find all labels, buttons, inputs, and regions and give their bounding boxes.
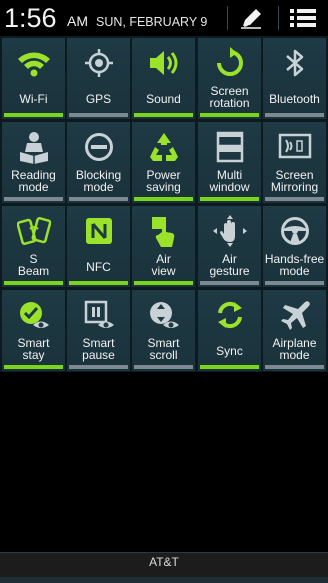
edit-button[interactable] bbox=[232, 2, 272, 34]
quick-setting-status-bar bbox=[134, 197, 193, 201]
quick-setting-nfc[interactable]: NFC bbox=[67, 206, 130, 287]
quick-setting-status-bar bbox=[265, 281, 324, 285]
nfc-icon bbox=[67, 211, 130, 251]
gps-icon bbox=[67, 43, 130, 83]
quick-setting-wifi[interactable]: Wi-Fi bbox=[2, 38, 65, 119]
clock-time: 1:56 bbox=[4, 3, 57, 33]
smart-stay-icon bbox=[2, 295, 65, 335]
quick-setting-label: Screen rotation bbox=[209, 84, 250, 110]
sound-icon bbox=[132, 43, 195, 83]
quick-setting-sound[interactable]: Sound bbox=[132, 38, 195, 119]
quick-setting-s-beam[interactable]: S Beam bbox=[2, 206, 65, 287]
quick-setting-status-bar bbox=[265, 365, 324, 369]
quick-setting-status-bar bbox=[265, 113, 324, 117]
quick-setting-status-bar bbox=[265, 197, 324, 201]
pencil-icon bbox=[241, 9, 261, 29]
quick-setting-air-view[interactable]: Air view bbox=[132, 206, 195, 287]
quick-setting-label: Smart pause bbox=[82, 336, 115, 362]
quick-setting-status-bar bbox=[4, 113, 63, 117]
quick-setting-status-bar bbox=[134, 365, 193, 369]
clock-ampm: AM bbox=[67, 13, 88, 29]
quick-setting-label: Sound bbox=[146, 92, 181, 106]
quick-setting-sync[interactable]: Sync bbox=[198, 290, 261, 371]
quick-setting-status-bar bbox=[134, 281, 193, 285]
quick-setting-label: Sync bbox=[216, 344, 243, 358]
quick-setting-status-bar bbox=[69, 197, 128, 201]
quick-setting-status-bar bbox=[200, 365, 259, 369]
quick-setting-label: Air gesture bbox=[209, 252, 250, 278]
airplane-mode-icon bbox=[263, 295, 326, 335]
quick-setting-label: Smart stay bbox=[17, 336, 50, 362]
wifi-icon bbox=[2, 43, 65, 83]
quick-setting-air-gesture[interactable]: Air gesture bbox=[198, 206, 261, 287]
quick-setting-status-bar bbox=[4, 365, 63, 369]
quick-setting-status-bar bbox=[200, 197, 259, 201]
quick-setting-label: Airplane mode bbox=[272, 336, 317, 362]
header-divider bbox=[227, 6, 228, 30]
quick-setting-bluetooth[interactable]: Bluetooth bbox=[263, 38, 326, 119]
air-view-icon bbox=[132, 211, 195, 251]
bottom-handle[interactable] bbox=[0, 577, 328, 583]
quick-setting-status-bar bbox=[4, 197, 63, 201]
quick-setting-multi-window[interactable]: Multi window bbox=[198, 122, 261, 203]
list-menu-icon bbox=[290, 9, 316, 27]
quick-setting-smart-scroll[interactable]: Smart scroll bbox=[132, 290, 195, 371]
blocking-mode-icon bbox=[67, 127, 130, 167]
notification-header: 1:56 AM SUN, FEBRUARY 9 bbox=[0, 0, 328, 36]
carrier-label: AT&T bbox=[149, 555, 179, 569]
multi-window-icon bbox=[198, 127, 261, 167]
quick-setting-status-bar bbox=[69, 365, 128, 369]
quick-setting-label: Multi window bbox=[209, 168, 250, 194]
power-saving-icon bbox=[132, 127, 195, 167]
screen-rotation-icon bbox=[198, 43, 261, 83]
header-divider bbox=[278, 6, 279, 30]
quick-setting-status-bar bbox=[200, 281, 259, 285]
smart-pause-icon bbox=[67, 295, 130, 335]
settings-list-button[interactable] bbox=[283, 2, 323, 34]
sync-icon bbox=[198, 295, 261, 335]
quick-setting-hands-free-mode[interactable]: Hands-free mode bbox=[263, 206, 326, 287]
air-gesture-icon bbox=[198, 211, 261, 251]
quick-setting-label: Reading mode bbox=[11, 168, 56, 194]
reading-mode-icon bbox=[2, 127, 65, 167]
quick-setting-status-bar bbox=[200, 113, 259, 117]
s-beam-icon bbox=[2, 211, 65, 251]
quick-setting-gps[interactable]: GPS bbox=[67, 38, 130, 119]
bluetooth-icon bbox=[263, 43, 326, 83]
quick-setting-status-bar bbox=[69, 281, 128, 285]
quick-setting-smart-pause[interactable]: Smart pause bbox=[67, 290, 130, 371]
quick-setting-label: Smart scroll bbox=[147, 336, 180, 362]
quick-setting-screen-rotation[interactable]: Screen rotation bbox=[198, 38, 261, 119]
quick-setting-label: Hands-free mode bbox=[264, 252, 325, 278]
quick-settings-grid: Wi-Fi GPS Sound Screen rotation Bluetooth… bbox=[0, 36, 328, 372]
quick-setting-label: Screen Mirroring bbox=[270, 168, 319, 194]
quick-setting-label: S Beam bbox=[17, 252, 50, 278]
quick-setting-blocking-mode[interactable]: Blocking mode bbox=[67, 122, 130, 203]
quick-setting-status-bar bbox=[69, 113, 128, 117]
quick-setting-airplane-mode[interactable]: Airplane mode bbox=[263, 290, 326, 371]
quick-setting-power-saving[interactable]: Power saving bbox=[132, 122, 195, 203]
quick-setting-label: GPS bbox=[85, 92, 112, 106]
screen-mirroring-icon bbox=[263, 127, 326, 167]
smart-scroll-icon bbox=[132, 295, 195, 335]
quick-setting-status-bar bbox=[134, 113, 193, 117]
quick-setting-label: Air view bbox=[151, 252, 176, 278]
quick-setting-status-bar bbox=[4, 281, 63, 285]
quick-setting-screen-mirroring[interactable]: Screen Mirroring bbox=[263, 122, 326, 203]
quick-setting-reading-mode[interactable]: Reading mode bbox=[2, 122, 65, 203]
quick-setting-label: Wi-Fi bbox=[19, 92, 48, 106]
quick-setting-smart-stay[interactable]: Smart stay bbox=[2, 290, 65, 371]
quick-setting-label: Blocking mode bbox=[75, 168, 122, 194]
quick-setting-label: Bluetooth bbox=[269, 92, 320, 106]
date-label: SUN, FEBRUARY 9 bbox=[96, 15, 208, 29]
hands-free-mode-icon bbox=[263, 211, 326, 251]
quick-setting-label: NFC bbox=[86, 260, 111, 274]
quick-setting-label: Power saving bbox=[146, 168, 181, 194]
